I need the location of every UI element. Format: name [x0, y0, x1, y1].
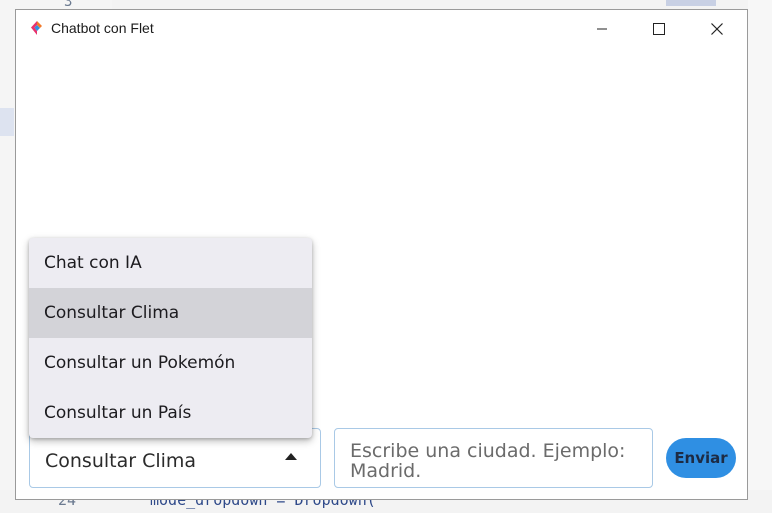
title-bar[interactable]: Chatbot con Flet — [16, 10, 747, 48]
chatbot-window: Chatbot con Flet Consultar Clima Chat co… — [15, 9, 748, 500]
close-button[interactable] — [694, 10, 740, 48]
message-input-placeholder: Escribe una ciudad. Ejemplo: Madrid. — [350, 440, 626, 482]
flet-logo-icon — [28, 20, 44, 36]
mode-dropdown-value: Consultar Clima — [45, 450, 197, 472]
maximize-button[interactable] — [636, 10, 682, 48]
mode-dropdown-menu: Chat con IA Consultar Clima Consultar un… — [29, 238, 312, 438]
minimize-icon — [596, 20, 608, 39]
close-icon — [711, 20, 723, 39]
minimize-button[interactable] — [579, 10, 625, 48]
dropdown-option-clima[interactable]: Consultar Clima — [29, 288, 312, 338]
send-button[interactable]: Enviar — [666, 438, 736, 478]
dropdown-option-chat-ia[interactable]: Chat con IA — [29, 238, 312, 288]
dropdown-option-pokemon[interactable]: Consultar un Pokemón — [29, 338, 312, 388]
editor-minimap — [748, 0, 772, 513]
message-input[interactable]: Escribe una ciudad. Ejemplo: Madrid. — [334, 428, 653, 488]
editor-selection-marker — [0, 108, 14, 136]
maximize-icon — [653, 20, 665, 39]
window-title: Chatbot con Flet — [51, 20, 154, 36]
caret-up-icon[interactable] — [285, 453, 297, 460]
editor-minimap-thumb — [666, 0, 716, 6]
dropdown-option-pais[interactable]: Consultar un País — [29, 388, 312, 438]
